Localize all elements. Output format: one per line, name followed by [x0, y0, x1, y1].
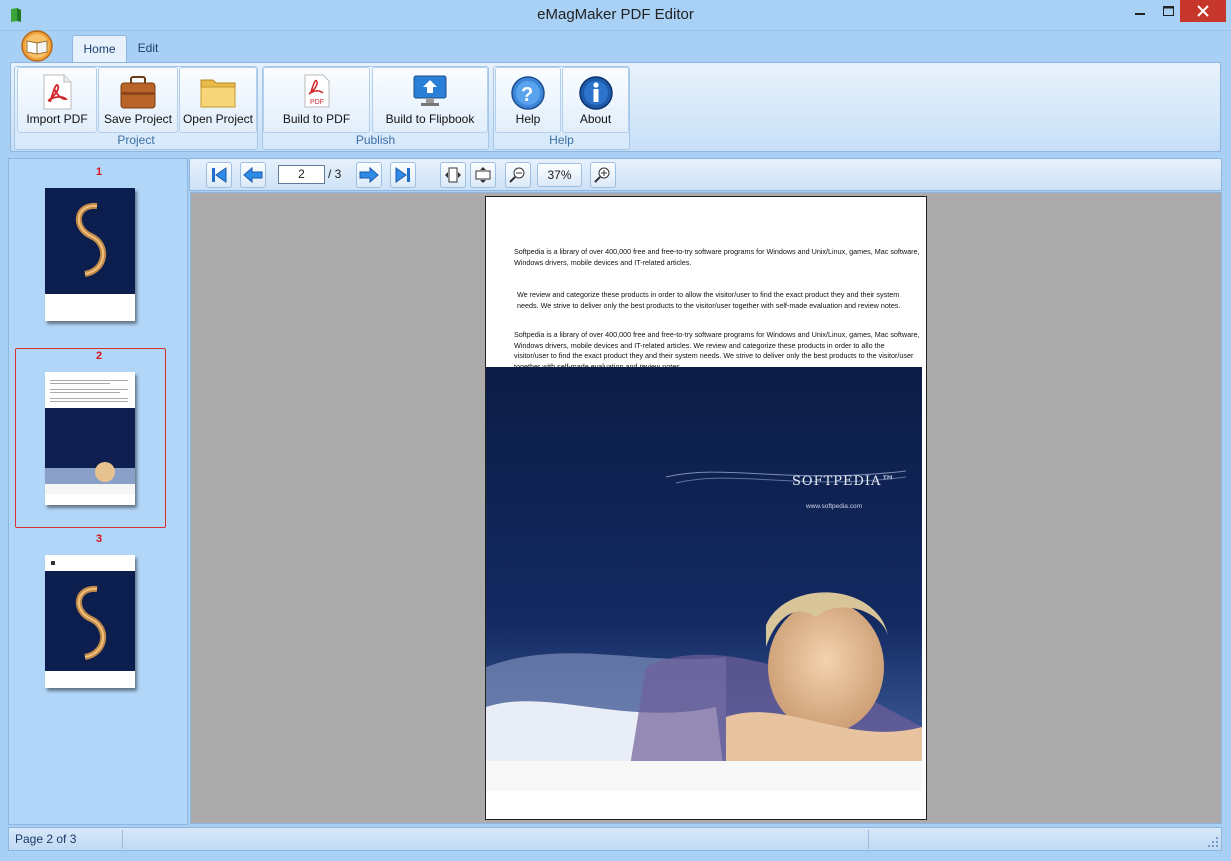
page-photo: SOFTPEDIA™ www.softpedia.com [486, 367, 922, 791]
resize-grip-icon[interactable] [1207, 836, 1219, 848]
title-bar: eMagMaker PDF Editor [0, 0, 1231, 31]
build-to-flipbook-button[interactable]: Build to Flipbook [372, 67, 488, 133]
page-number-input[interactable]: 2 [278, 165, 325, 184]
folder-icon [200, 79, 236, 108]
page-total: / 3 [328, 167, 342, 181]
softpedia-url-text: www.softpedia.com [806, 503, 862, 510]
zoom-in-icon [594, 167, 610, 183]
close-button[interactable] [1180, 0, 1226, 22]
thumbnail-number: 2 [95, 350, 103, 362]
arrow-left-icon [243, 166, 263, 184]
maximize-button[interactable] [1154, 0, 1182, 22]
open-project-button[interactable]: Open Project [179, 67, 257, 133]
svg-text:PDF: PDF [310, 99, 324, 106]
zoom-in-button[interactable] [590, 162, 616, 188]
import-pdf-label: Import PDF [26, 112, 88, 126]
page-2-preview [45, 372, 135, 505]
pdf-file-icon: PDF [304, 74, 329, 108]
maximize-icon [1162, 6, 1174, 16]
last-page-button[interactable] [390, 162, 416, 188]
first-page-button[interactable] [206, 162, 232, 188]
project-group: Import PDF Save Project Open Project Pro… [14, 66, 258, 150]
help-label: Help [515, 112, 541, 126]
save-project-button[interactable]: Save Project [98, 67, 178, 133]
fit-page-button[interactable] [470, 162, 496, 188]
softpedia-banner-image [486, 367, 922, 791]
application-menu-button[interactable] [18, 29, 56, 63]
question-icon: ? [511, 76, 545, 110]
tab-edit[interactable]: Edit [130, 35, 166, 63]
project-group-label: Project [117, 133, 155, 147]
status-bar: Page 2 of 3 [8, 827, 1222, 851]
zoom-out-button[interactable] [505, 162, 531, 188]
help-button[interactable]: ? Help [495, 67, 561, 133]
help-group-label: Help [549, 133, 574, 147]
previous-page-button[interactable] [240, 162, 266, 188]
thumbnail-page-3[interactable] [45, 555, 135, 688]
page-paragraph-1: Softpedia is a library of over 400,000 f… [514, 247, 920, 267]
page-1-preview [45, 188, 135, 294]
window-title: eMagMaker PDF Editor [537, 6, 694, 23]
fit-page-icon [475, 167, 491, 183]
thumbnail-page-2[interactable] [45, 372, 135, 505]
thumbnail-number: 3 [95, 533, 103, 545]
build-to-flipbook-label: Build to Flipbook [385, 112, 475, 126]
page-3-preview [45, 555, 135, 688]
publish-group: PDF Build to PDF Build to Flipbook Publi… [262, 66, 489, 150]
fit-width-icon [445, 167, 461, 183]
document-viewer[interactable]: Softpedia is a library of over 400,000 f… [190, 192, 1222, 824]
viewer-toolbar: 2 / 3 37% [189, 158, 1222, 191]
svg-text:?: ? [521, 84, 533, 106]
publish-group-label: Publish [355, 133, 396, 147]
first-page-icon [212, 167, 227, 183]
thumbnail-page-1[interactable] [45, 188, 135, 321]
build-to-pdf-label: Build to PDF [282, 112, 351, 126]
build-to-pdf-button[interactable]: PDF Build to PDF [263, 67, 370, 133]
close-icon [1197, 5, 1209, 17]
zoom-level[interactable]: 37% [537, 163, 582, 187]
status-divider [868, 830, 869, 849]
tab-home[interactable]: Home [72, 35, 127, 63]
next-page-button[interactable] [356, 162, 382, 188]
info-icon [578, 76, 613, 110]
save-project-label: Save Project [103, 112, 173, 126]
thumbnail-panel: 1 2 3 [8, 158, 188, 825]
status-page-text: Page 2 of 3 [15, 832, 77, 846]
open-project-label: Open Project [182, 112, 254, 126]
page-paragraph-2: We review and categorize these products … [517, 290, 901, 310]
pdf-page: Softpedia is a library of over 400,000 f… [485, 196, 927, 820]
open-book-icon [21, 30, 53, 62]
about-button[interactable]: About [562, 67, 629, 133]
thumbnail-number: 1 [95, 166, 103, 178]
pdf-document-icon [43, 74, 72, 110]
status-divider [122, 830, 123, 849]
monitor-upload-icon [413, 75, 447, 106]
fit-width-button[interactable] [440, 162, 466, 188]
briefcase-icon [120, 76, 156, 109]
minimize-button[interactable] [1126, 0, 1154, 22]
last-page-icon [395, 167, 410, 183]
help-group: ? Help About Help [493, 66, 630, 150]
about-label: About [579, 112, 612, 126]
import-pdf-button[interactable]: Import PDF [17, 67, 97, 133]
minimize-icon [1135, 13, 1145, 15]
arrow-right-icon [359, 166, 379, 184]
zoom-out-icon [509, 167, 525, 183]
softpedia-logo-text: SOFTPEDIA™ [792, 474, 896, 489]
